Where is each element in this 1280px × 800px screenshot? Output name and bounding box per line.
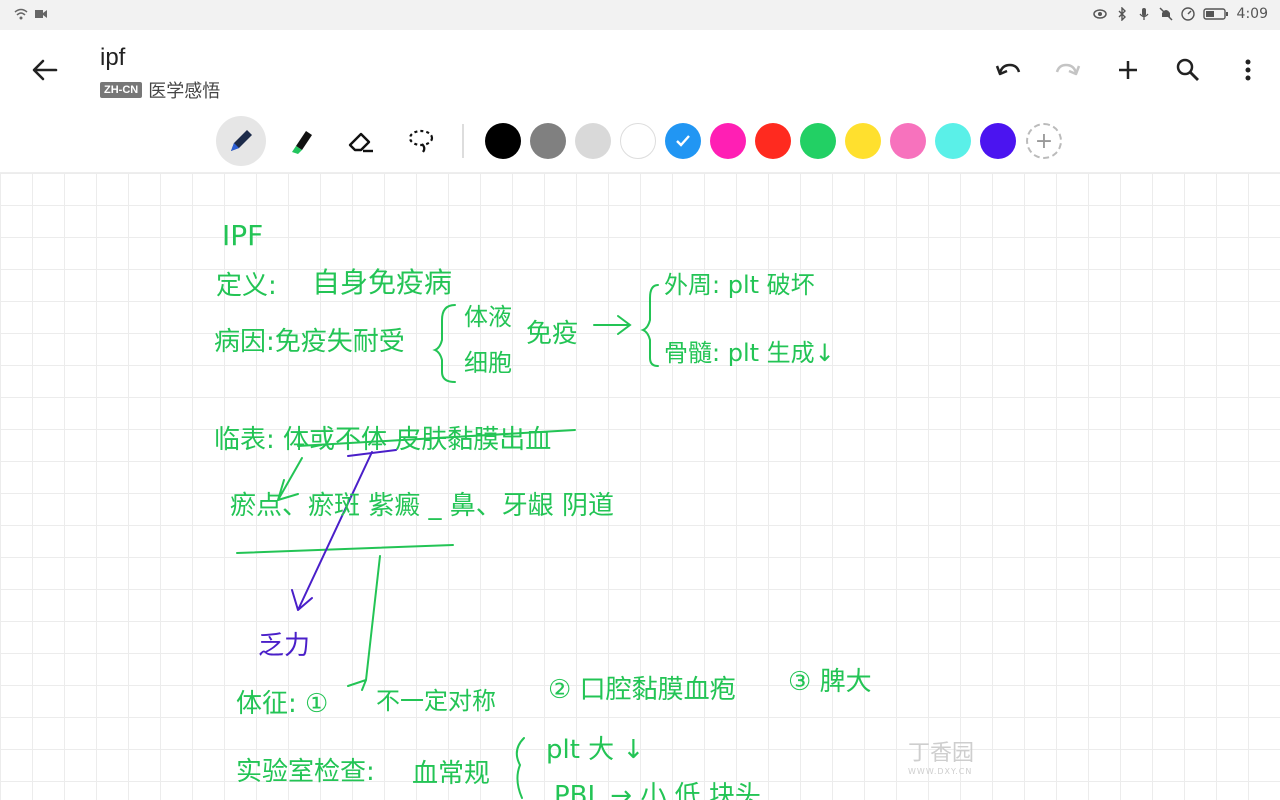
undo-button[interactable] [994, 56, 1022, 84]
note-line-3-result-2: 骨髓: plt 生成↓ [664, 339, 835, 367]
add-button[interactable] [1114, 56, 1142, 84]
note-line-1: IPF [222, 219, 264, 252]
watermark: 丁香园 WWW.DXY.CN [908, 735, 974, 776]
highlighter-icon [292, 131, 312, 154]
color-swatch[interactable] [755, 123, 791, 159]
search-icon [1176, 58, 1199, 81]
eraser-icon [348, 132, 373, 153]
note-canvas[interactable]: IPF 定义: 自身免疫病 病因:免疫失耐受 体液 细胞 免疫 外周: plt … [0, 173, 1280, 800]
search-button[interactable] [1174, 56, 1202, 84]
notebook-name[interactable]: 医学感悟 [148, 77, 220, 103]
note-line-7-b: ② 口腔黏膜血疱 [548, 675, 736, 705]
check-icon [676, 135, 690, 147]
lasso-icon [408, 129, 434, 153]
note-line-7-c: ③ 脾大 [788, 667, 872, 697]
color-swatch[interactable] [890, 123, 926, 159]
more-options-button[interactable] [1234, 56, 1262, 84]
note-line-3-result-1: 外周: plt 破坏 [664, 271, 815, 299]
redo-button[interactable] [1054, 56, 1082, 84]
note-line-4: 临表: 体或不体 皮肤黏膜出血 [214, 425, 552, 455]
note-line-3-immune: 免疫 [526, 319, 579, 349]
color-swatch[interactable] [710, 123, 746, 159]
add-color-button[interactable]: + [1026, 123, 1062, 159]
color-swatch[interactable] [800, 123, 836, 159]
note-line-8-result-1: plt 大 ↓ [546, 735, 645, 765]
note-line-8-label: 实验室检查: [236, 757, 375, 787]
plus-icon: + [1034, 128, 1054, 154]
note-line-5: 瘀点、瘀斑 紫癜 _ 鼻、牙龈 阴道 [230, 491, 615, 521]
back-arrow-icon[interactable] [30, 56, 60, 84]
speed-icon [1180, 7, 1195, 21]
color-swatch[interactable] [980, 123, 1016, 159]
language-badge: ZH-CN [100, 82, 143, 98]
mute-bell-icon [1159, 7, 1173, 21]
clock: 4:09 [1236, 6, 1268, 22]
color-swatch[interactable] [845, 123, 881, 159]
app-bar: ipf ZH-CN 医学感悟 [0, 30, 1280, 111]
pen-tool[interactable] [216, 116, 266, 166]
highlighter-tool[interactable] [276, 116, 326, 166]
bluetooth-icon [1118, 7, 1126, 21]
note-line-8-value: 血常规 [412, 759, 491, 789]
note-line-3-label: 病因:免疫失耐受 [214, 327, 405, 357]
note-line-3-branch-1: 体液 [464, 303, 512, 331]
more-vert-icon [1245, 59, 1251, 81]
redo-icon [1055, 63, 1081, 76]
drawing-toolbar: + [0, 110, 1280, 173]
microphone-icon [1139, 8, 1149, 20]
wifi-icon [14, 8, 28, 20]
note-line-2-value: 自身免疫病 [312, 266, 453, 299]
breadcrumb: ZH-CN 医学感悟 [100, 77, 220, 103]
note-line-7-label: 体征: ① [236, 689, 329, 719]
note-line-7-value: 不一定对称 [376, 687, 496, 715]
color-swatch[interactable] [485, 123, 521, 159]
color-swatch[interactable] [935, 123, 971, 159]
battery-icon [1202, 8, 1228, 20]
note-line-8-result-2: PBL → 小 低 块头 [554, 781, 761, 800]
status-bar: 4:09 [0, 0, 1280, 30]
note-line-2-label: 定义: [216, 271, 277, 301]
color-swatch[interactable] [665, 123, 701, 159]
color-swatch[interactable] [575, 123, 611, 159]
eye-icon [1092, 9, 1107, 19]
pen-icon [231, 130, 252, 151]
plus-icon [1119, 61, 1137, 79]
watermark-text: 丁香园 [908, 741, 975, 766]
color-swatch[interactable] [620, 123, 656, 159]
color-swatch[interactable] [530, 123, 566, 159]
undo-icon [995, 63, 1021, 76]
watermark-url: WWW.DXY.CN [908, 767, 973, 776]
eraser-tool[interactable] [336, 116, 386, 166]
note-line-3-branch-2: 细胞 [464, 349, 512, 377]
lasso-tool[interactable] [396, 116, 446, 166]
page-title: ipf [100, 44, 126, 71]
toolbar-divider [462, 124, 464, 158]
note-line-6: 乏力 [258, 631, 311, 661]
video-icon [35, 10, 47, 18]
